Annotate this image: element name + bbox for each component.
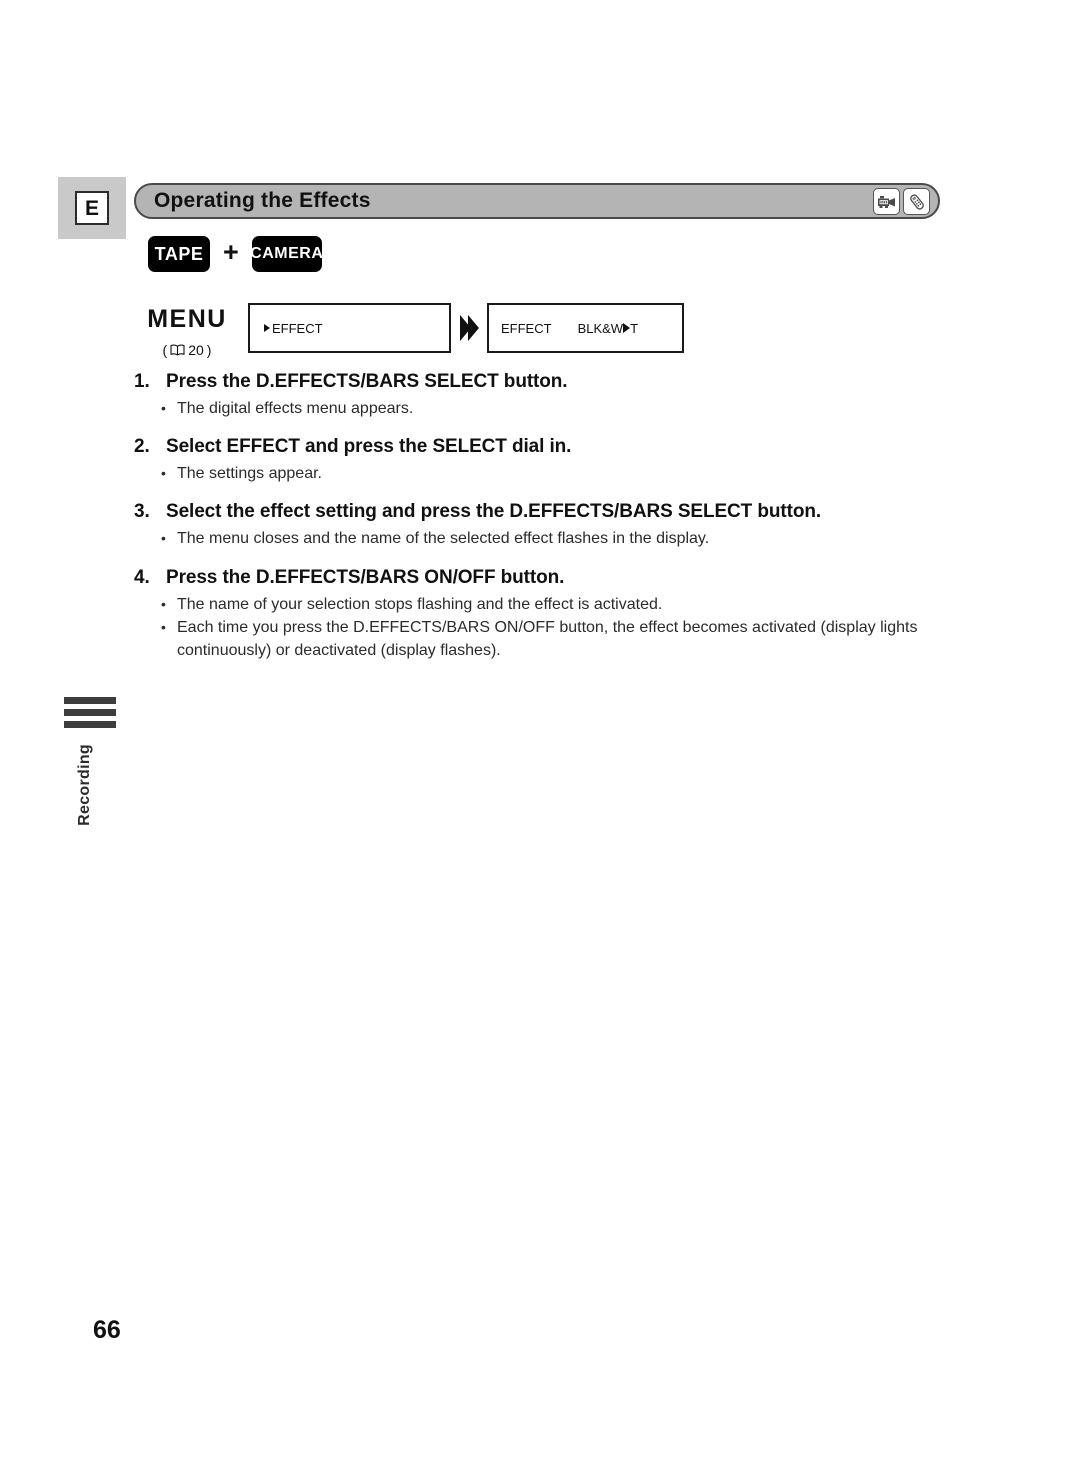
step-number: 4. bbox=[134, 566, 150, 588]
step-title: Press the D.EFFECTS/BARS SELECT button. bbox=[166, 371, 568, 392]
instruction-step: 3. Select the effect setting and press t… bbox=[134, 501, 944, 550]
menu-label: MENU bbox=[147, 305, 227, 333]
menu-screen-effect-line: EFFECT bbox=[250, 321, 323, 336]
reference-close-paren: ) bbox=[206, 342, 212, 358]
step-bullet-list: • The settings appear. bbox=[134, 462, 944, 485]
chapter-side-tab: Recording bbox=[64, 697, 116, 826]
bullet-point-icon: • bbox=[161, 400, 166, 416]
page-title: Operating the Effects bbox=[154, 189, 371, 212]
page-number: 66 bbox=[93, 1316, 121, 1344]
step-bullet-list: • The digital effects menu appears. bbox=[134, 397, 944, 420]
bullet-text: The digital effects menu appears. bbox=[177, 400, 414, 417]
step-bullet-list: • The menu closes and the name of the se… bbox=[134, 527, 944, 550]
step-number: 1. bbox=[134, 371, 150, 392]
chapter-tab-bars bbox=[64, 697, 116, 728]
menu-item-effect-label: EFFECT bbox=[272, 320, 323, 336]
menu-page-reference: ( 20 ) bbox=[131, 342, 243, 358]
section-header-bar: Operating the Effects bbox=[134, 183, 940, 219]
mode-badge-tape: TAPE bbox=[148, 236, 210, 272]
bullet-text: Each time you press the D.EFFECTS/BARS O… bbox=[177, 618, 918, 659]
list-item: • The name of your selection stops flash… bbox=[161, 593, 944, 616]
setting-value-label-b: T bbox=[630, 320, 639, 336]
bullet-text: The name of your selection stops flashin… bbox=[177, 595, 663, 613]
bullet-point-icon: • bbox=[161, 530, 166, 547]
menu-flow-arrow-group bbox=[451, 303, 487, 353]
instruction-step: 1. Press the D.EFFECTS/BARS SELECT butto… bbox=[134, 371, 944, 420]
book-icon bbox=[170, 344, 185, 356]
tab-bar bbox=[64, 721, 116, 728]
step-bullet-list: • The name of your selection stops flash… bbox=[134, 593, 944, 663]
instruction-step: 4. Press the D.EFFECTS/BARS ON/OFF butto… bbox=[134, 567, 944, 663]
reference-page-number: 20 bbox=[188, 342, 204, 358]
language-marker-letter: E bbox=[75, 191, 109, 225]
chapter-tab-label: Recording bbox=[76, 744, 93, 826]
list-item: • The digital effects menu appears. bbox=[161, 397, 944, 420]
menu-label-group: MENU ( 20 ) bbox=[131, 303, 243, 359]
mode-badge-camera: CAMERA bbox=[250, 236, 323, 272]
list-item: • The menu closes and the name of the se… bbox=[161, 527, 944, 550]
language-marker-tab: E bbox=[58, 177, 126, 239]
reference-open-paren: ( bbox=[162, 342, 168, 358]
instruction-steps-list: 1. Press the D.EFFECTS/BARS SELECT butto… bbox=[134, 368, 944, 678]
remote-control-icon bbox=[903, 188, 930, 215]
instruction-step: 2. Select EFFECT and press the SELECT di… bbox=[134, 436, 944, 485]
header-icon-group bbox=[873, 188, 930, 215]
tab-bar bbox=[64, 709, 116, 716]
bullet-point-icon: • bbox=[161, 465, 166, 482]
step-heading: 2. Select EFFECT and press the SELECT di… bbox=[134, 436, 944, 458]
step-title: Press the D.EFFECTS/BARS ON/OFF button. bbox=[166, 566, 565, 588]
step-heading: 1. Press the D.EFFECTS/BARS SELECT butto… bbox=[134, 371, 944, 393]
step-title: Select EFFECT and press the SELECT dial … bbox=[166, 436, 572, 458]
setting-category-label: EFFECT bbox=[501, 320, 552, 336]
camcorder-icon bbox=[873, 188, 900, 215]
step-number: 2. bbox=[134, 436, 150, 458]
list-item: • The settings appear. bbox=[161, 462, 944, 485]
menu-screen-effect-setting: EFFECT BLK&W T bbox=[487, 303, 684, 353]
bullet-point-icon: • bbox=[161, 595, 166, 612]
cursor-triangle-icon bbox=[264, 324, 270, 332]
operating-mode-row: TAPE + CAMERA bbox=[148, 236, 323, 272]
step-heading: 3. Select the effect setting and press t… bbox=[134, 501, 944, 523]
setting-marker-triangle-icon bbox=[623, 323, 631, 333]
step-number: 3. bbox=[134, 501, 150, 523]
bullet-point-icon: • bbox=[161, 618, 166, 635]
mode-plus-symbol: + bbox=[223, 237, 239, 267]
list-item: • Each time you press the D.EFFECTS/BARS… bbox=[161, 616, 944, 662]
double-chevron-right-icon bbox=[460, 315, 479, 341]
step-heading: 4. Press the D.EFFECTS/BARS ON/OFF butto… bbox=[134, 567, 944, 589]
menu-diagram: MENU ( 20 ) EFFECT EFFECT BLK&W T bbox=[131, 303, 684, 358]
bullet-text: The settings appear. bbox=[177, 465, 322, 483]
bullet-text: The menu closes and the name of the sele… bbox=[177, 530, 710, 548]
setting-value-label-a: BLK&W bbox=[577, 320, 624, 336]
menu-screen-effect: EFFECT bbox=[248, 303, 451, 353]
menu-screen-setting-line: EFFECT BLK&W T bbox=[489, 321, 638, 336]
tab-bar bbox=[64, 697, 116, 704]
step-title: Select the effect setting and press the … bbox=[166, 501, 822, 523]
